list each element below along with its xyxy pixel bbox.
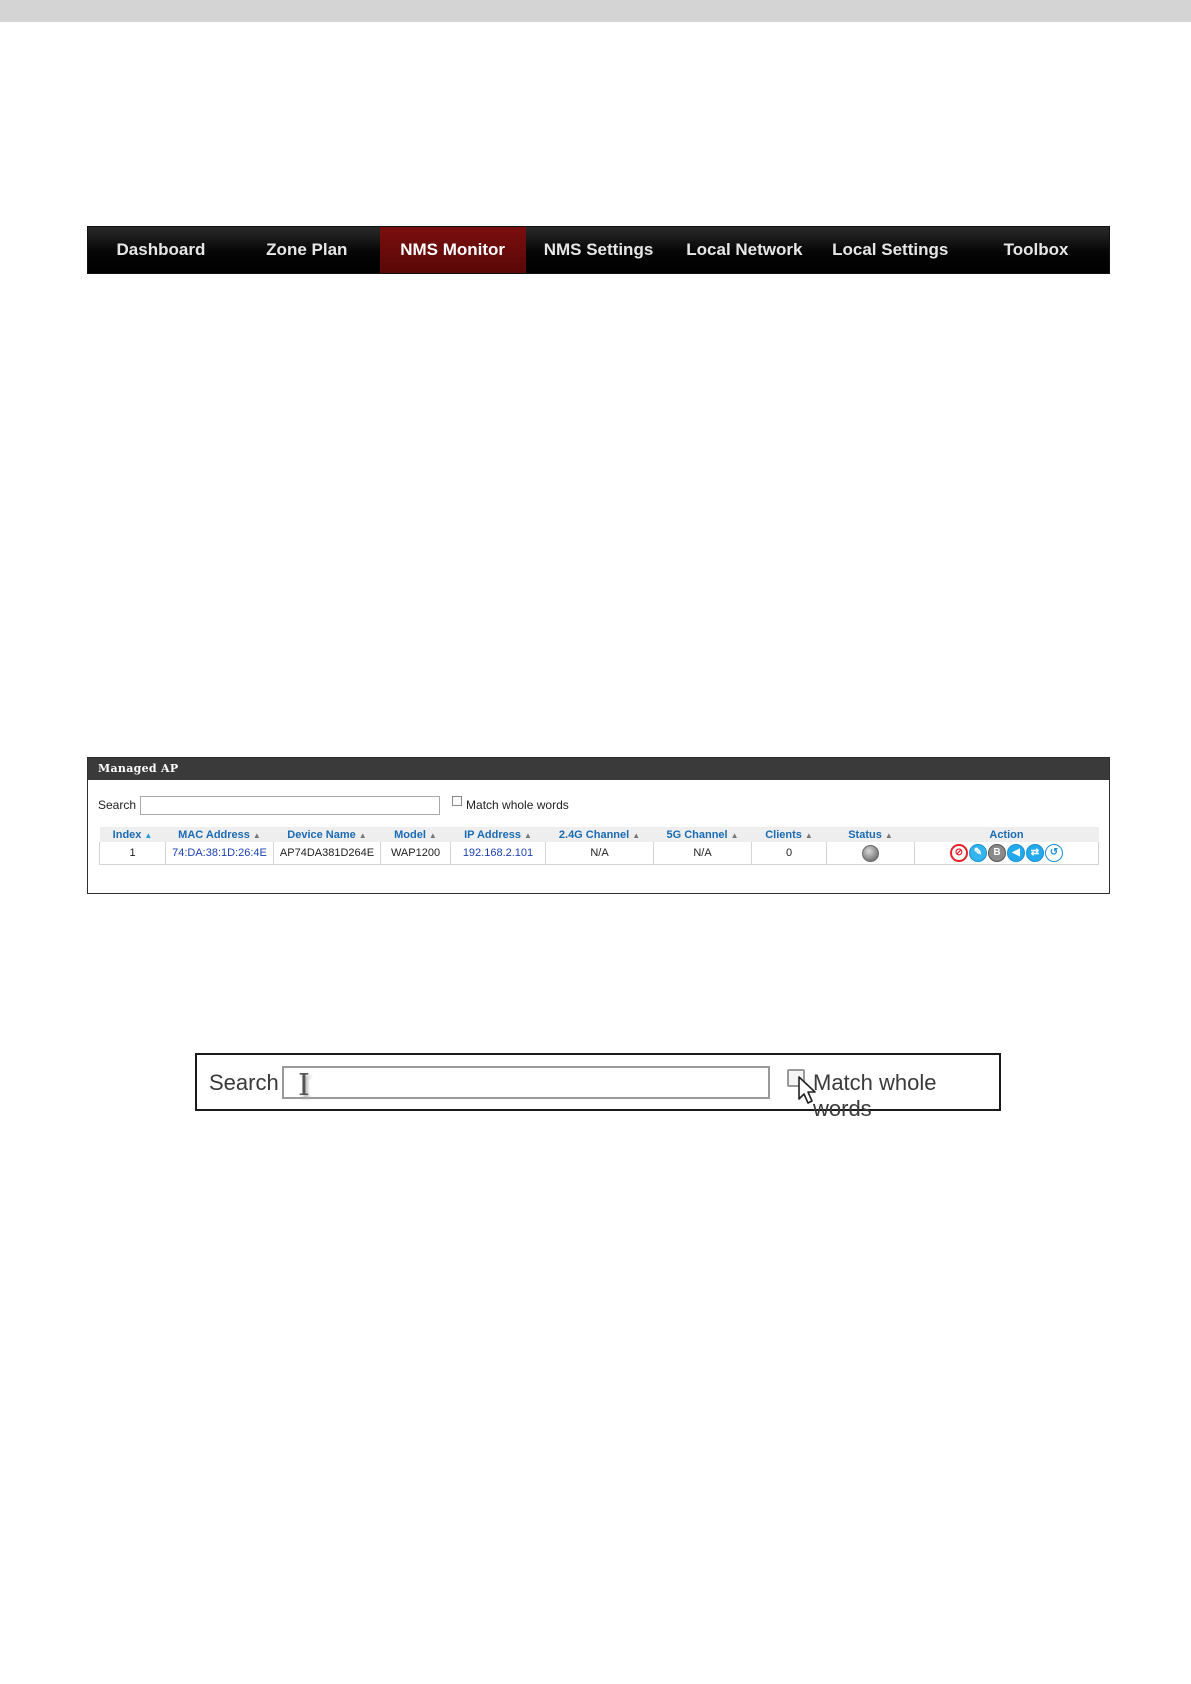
match-whole-words-label: Match whole words (466, 798, 569, 812)
cell-index: 1 (99, 842, 166, 865)
sort-icon: ▲ (252, 830, 261, 840)
col-index[interactable]: Index ▲ (99, 827, 166, 842)
cell-model: WAP1200 (380, 842, 451, 865)
mouse-pointer-icon (798, 1076, 816, 1104)
action-icons: ⊘ ✎ B ◀ ⇄ ↺ (915, 844, 1098, 862)
col-24g-channel[interactable]: 2.4G Channel ▲ (545, 827, 654, 842)
cell-device-name: AP74DA381D264E (273, 842, 381, 865)
search-row: Search Match whole words (98, 794, 569, 816)
sort-icon: ▲ (804, 830, 813, 840)
zoomed-search-callout: Search I Match whole words (195, 1053, 1001, 1121)
col-device-name[interactable]: Device Name ▲ (273, 827, 381, 842)
nav-toolbox[interactable]: Toolbox (963, 227, 1109, 273)
sort-icon: ▲ (730, 830, 739, 840)
cell-5g-channel: N/A (653, 842, 752, 865)
table-row: 1 74:DA:38:1D:26:4E AP74DA381D264E WAP12… (99, 842, 1099, 865)
col-5g-channel[interactable]: 5G Channel ▲ (653, 827, 752, 842)
col-mac-address[interactable]: MAC Address ▲ (165, 827, 274, 842)
nav-nms-settings[interactable]: NMS Settings (526, 227, 672, 273)
network-connectivity-icon[interactable]: ⇄ (1026, 844, 1044, 862)
main-nav-bar: Dashboard Zone Plan NMS Monitor NMS Sett… (87, 226, 1110, 274)
col-model[interactable]: Model ▲ (380, 827, 451, 842)
cell-status (826, 842, 915, 865)
nav-nms-monitor[interactable]: NMS Monitor (379, 227, 526, 273)
cell-ip-address[interactable]: 192.168.2.101 (450, 842, 546, 865)
sort-icon: ▲ (884, 830, 893, 840)
cell-clients: 0 (751, 842, 827, 865)
panel-title: Managed AP (88, 758, 1109, 780)
col-status[interactable]: Status ▲ (826, 827, 915, 842)
sort-icon: ▲ (523, 830, 532, 840)
managed-ap-panel: Managed AP Search Match whole words Inde… (87, 757, 1110, 894)
nav-local-settings[interactable]: Local Settings (817, 227, 963, 273)
nav-local-network[interactable]: Local Network (671, 227, 817, 273)
zoom-search-label: Search (209, 1070, 279, 1095)
blink-led-icon[interactable]: B (988, 844, 1006, 862)
sort-asc-icon: ▲ (144, 830, 153, 840)
managed-ap-table: Index ▲ MAC Address ▲ Device Name ▲ Model ▲ … (99, 827, 1099, 865)
sort-icon: ▲ (428, 830, 437, 840)
sort-icon: ▲ (358, 830, 367, 840)
sort-icon: ▲ (632, 830, 641, 840)
cell-24g-channel: N/A (545, 842, 654, 865)
col-clients[interactable]: Clients ▲ (751, 827, 827, 842)
status-offline-icon (862, 844, 879, 862)
match-whole-words-checkbox[interactable] (452, 796, 463, 806)
cell-action: ⊘ ✎ B ◀ ⇄ ↺ (914, 842, 1099, 865)
zoom-match-whole-words-label: Match whole words (813, 1070, 937, 1121)
reset-icon[interactable]: ↺ (1045, 844, 1063, 862)
nav-zone-plan[interactable]: Zone Plan (234, 227, 380, 273)
text-cursor-icon: I (298, 1068, 310, 1103)
nav-dashboard[interactable]: Dashboard (88, 227, 234, 273)
top-strip (0, 0, 1191, 22)
search-input[interactable] (140, 795, 441, 815)
search-label: Search (98, 798, 137, 812)
col-ip-address[interactable]: IP Address ▲ (450, 827, 546, 842)
cell-mac-address[interactable]: 74:DA:38:1D:26:4E (165, 842, 274, 865)
buzzer-icon[interactable]: ◀ (1007, 844, 1025, 862)
zoom-search-input[interactable] (282, 1066, 770, 1099)
edit-icon[interactable]: ✎ (969, 844, 987, 862)
col-action: Action (914, 827, 1099, 842)
table-header-row: Index ▲ MAC Address ▲ Device Name ▲ Model ▲ … (99, 827, 1099, 842)
block-icon[interactable]: ⊘ (950, 844, 968, 862)
